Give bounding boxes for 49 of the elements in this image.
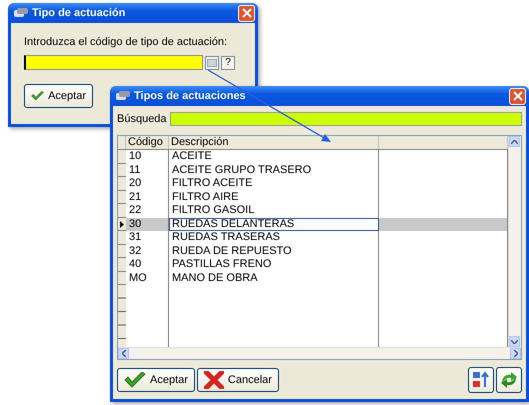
refresh-button[interactable] <box>496 367 522 393</box>
table-cell: 32 <box>126 244 169 258</box>
window-icon <box>116 91 130 101</box>
table-cell: MANO DE OBRA <box>169 272 379 285</box>
table-cell: RUEDAS TRASERAS <box>169 231 379 244</box>
cross-icon <box>204 371 224 389</box>
table-cell: 10 <box>126 150 169 164</box>
list-button[interactable] <box>205 56 219 70</box>
code-field[interactable] <box>24 55 203 70</box>
sort-button[interactable] <box>468 367 494 393</box>
close-icon <box>512 91 522 101</box>
refresh-icon <box>500 371 518 389</box>
window-title: Tipo de actuación <box>32 7 126 19</box>
close-button[interactable] <box>509 88 526 104</box>
window-icon <box>14 8 28 18</box>
table-row[interactable]: 30 RUEDAS DELANTERAS <box>118 218 508 231</box>
scroll-left-icon[interactable] <box>118 348 129 359</box>
table-cell: FILTRO AIRE <box>169 190 379 204</box>
row-pointer-icon <box>120 220 124 228</box>
accept-button[interactable]: Aceptar <box>24 84 93 108</box>
scroll-right-icon[interactable] <box>510 348 521 359</box>
close-button[interactable] <box>238 4 255 22</box>
table-cell: 40 <box>126 258 169 272</box>
table-cell: 21 <box>126 190 169 204</box>
column-header[interactable]: Código <box>126 136 169 149</box>
prompt-label: Introduzca el código de tipo de actuación: <box>24 36 228 48</box>
table-cell: 20 <box>126 177 169 190</box>
table-cell: PASTILLAS FRENO <box>169 258 379 272</box>
close-icon <box>242 8 252 18</box>
table-cell: 31 <box>126 231 169 244</box>
scroll-down-icon[interactable] <box>509 336 520 347</box>
table-cell: FILTRO ACEITE <box>169 177 379 190</box>
table-cell: 30 <box>126 218 169 231</box>
checkmark-icon <box>124 372 146 388</box>
table-cell: ACEITE <box>169 150 379 164</box>
search-label: Búsqueda <box>117 113 167 125</box>
cancel-button[interactable]: Cancelar <box>196 368 279 392</box>
table-cell: MO <box>126 272 169 285</box>
sort-icon <box>472 371 490 389</box>
scroll-up-icon[interactable] <box>509 136 520 147</box>
table-cell: 11 <box>126 164 169 177</box>
list-icon <box>207 58 217 66</box>
accept-button[interactable]: Aceptar <box>117 368 195 392</box>
search-field[interactable] <box>170 112 522 126</box>
table-cell: RUEDAS DELANTERAS <box>169 218 379 231</box>
table-cell: RUEDA DE REPUESTO <box>169 244 379 258</box>
table-cell: ACEITE GRUPO TRASERO <box>169 164 379 177</box>
lookup-button[interactable]: ? <box>221 56 235 70</box>
window-title: Tipos de actuaciones <box>134 90 247 102</box>
